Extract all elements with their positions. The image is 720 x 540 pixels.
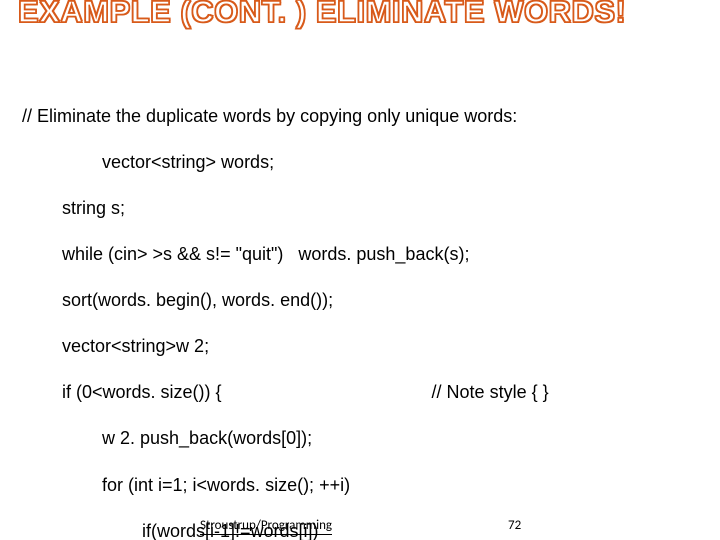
slide-title: EXAMPLE (CONT. ) ELIMINATE WORDS! — [18, 0, 702, 30]
code-line: string s; — [22, 197, 698, 220]
slide: EXAMPLE (CONT. ) ELIMINATE WORDS! // Eli… — [0, 0, 720, 540]
footer-credit: Stroustrup/Programming — [200, 518, 332, 533]
code-line: if (0<words. size()) { // Note style { } — [22, 381, 698, 404]
footer-credit-text: Stroustrup/Programming — [200, 518, 332, 535]
code-line: // Eliminate the duplicate words by copy… — [22, 105, 698, 128]
code-line: vector<string>w 2; — [22, 335, 698, 358]
code-line: w 2. push_back(words[0]); — [22, 427, 698, 450]
code-line: if(words[i-1]!=words[i]) — [22, 520, 698, 540]
code-comment: // Note style { } — [432, 382, 549, 402]
code-line: sort(words. begin(), words. end()); — [22, 289, 698, 312]
code-line: while (cin> >s && s!= "quit") words. pus… — [22, 243, 698, 266]
code-block: // Eliminate the duplicate words by copy… — [22, 82, 698, 540]
code-text: if (0<words. size()) { — [62, 382, 222, 402]
code-line: vector<string> words; — [22, 151, 698, 174]
page-number: 72 — [508, 518, 521, 533]
code-line: for (int i=1; i<words. size(); ++i) — [22, 474, 698, 497]
